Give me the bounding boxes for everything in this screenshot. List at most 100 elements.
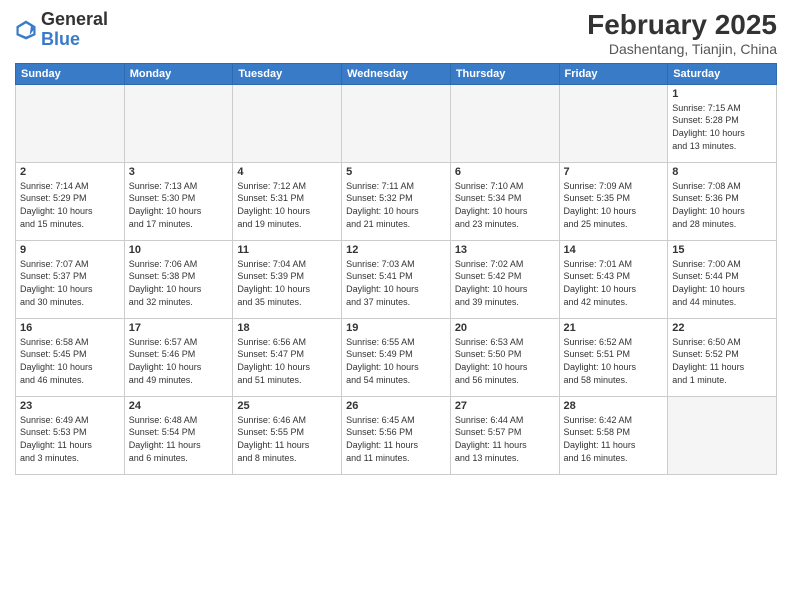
- day-number: 2: [20, 166, 120, 178]
- day-number: 6: [455, 166, 555, 178]
- day-number: 3: [129, 166, 229, 178]
- day-info: Sunrise: 7:11 AM Sunset: 5:32 PM Dayligh…: [346, 180, 446, 230]
- calendar-header-monday: Monday: [124, 63, 233, 84]
- day-number: 27: [455, 400, 555, 412]
- day-info: Sunrise: 7:00 AM Sunset: 5:44 PM Dayligh…: [672, 258, 772, 308]
- calendar-cell-w3d5: 21 Sunrise: 6:52 AM Sunset: 5:51 PM Dayli…: [559, 318, 668, 396]
- day-info: Sunrise: 7:09 AM Sunset: 5:35 PM Dayligh…: [564, 180, 664, 230]
- calendar-cell-w0d0: [16, 84, 125, 162]
- calendar-week-2: 9 Sunrise: 7:07 AM Sunset: 5:37 PM Daylig…: [16, 240, 777, 318]
- calendar-cell-w2d4: 13 Sunrise: 7:02 AM Sunset: 5:42 PM Dayli…: [450, 240, 559, 318]
- calendar-cell-w2d1: 10Sunrise: 7:06 AM Sunset: 5:38 PM Dayli…: [124, 240, 233, 318]
- logo-text: General Blue: [41, 10, 108, 50]
- day-info: Sunrise: 7:01 AM Sunset: 5:43 PM Dayligh…: [564, 258, 664, 308]
- day-info: Sunrise: 6:55 AM Sunset: 5:49 PM Dayligh…: [346, 336, 446, 386]
- day-info: Sunrise: 7:13 AM Sunset: 5:30 PM Dayligh…: [129, 180, 229, 230]
- logo-icon: [15, 19, 37, 41]
- calendar-cell-w1d5: 7 Sunrise: 7:09 AM Sunset: 5:35 PM Daylig…: [559, 162, 668, 240]
- calendar-week-4: 23 Sunrise: 6:49 AM Sunset: 5:53 PM Dayli…: [16, 396, 777, 474]
- calendar-header-row: SundayMondayTuesdayWednesdayThursdayFrid…: [16, 63, 777, 84]
- day-number: 21: [564, 322, 664, 334]
- calendar-header-saturday: Saturday: [668, 63, 777, 84]
- day-number: 13: [455, 244, 555, 256]
- calendar-cell-w3d6: 22 Sunrise: 6:50 AM Sunset: 5:52 PM Dayli…: [668, 318, 777, 396]
- day-number: 9: [20, 244, 120, 256]
- day-number: 17: [129, 322, 229, 334]
- day-number: 5: [346, 166, 446, 178]
- day-number: 14: [564, 244, 664, 256]
- calendar-header-sunday: Sunday: [16, 63, 125, 84]
- calendar-week-3: 16Sunrise: 6:58 AM Sunset: 5:45 PM Dayli…: [16, 318, 777, 396]
- calendar-cell-w0d3: [342, 84, 451, 162]
- day-number: 15: [672, 244, 772, 256]
- calendar-cell-w4d1: 24 Sunrise: 6:48 AM Sunset: 5:54 PM Dayli…: [124, 396, 233, 474]
- calendar-cell-w2d0: 9 Sunrise: 7:07 AM Sunset: 5:37 PM Daylig…: [16, 240, 125, 318]
- calendar-header-tuesday: Tuesday: [233, 63, 342, 84]
- day-info: Sunrise: 6:49 AM Sunset: 5:53 PM Dayligh…: [20, 414, 120, 464]
- day-number: 25: [237, 400, 337, 412]
- calendar-cell-w0d5: [559, 84, 668, 162]
- calendar-cell-w4d5: 28Sunrise: 6:42 AM Sunset: 5:58 PM Dayli…: [559, 396, 668, 474]
- logo: General Blue: [15, 10, 108, 50]
- day-number: 24: [129, 400, 229, 412]
- day-number: 20: [455, 322, 555, 334]
- calendar-cell-w2d5: 14 Sunrise: 7:01 AM Sunset: 5:43 PM Dayli…: [559, 240, 668, 318]
- day-number: 7: [564, 166, 664, 178]
- day-info: Sunrise: 7:15 AM Sunset: 5:28 PM Dayligh…: [672, 102, 772, 152]
- calendar-table: SundayMondayTuesdayWednesdayThursdayFrid…: [15, 63, 777, 475]
- day-info: Sunrise: 7:10 AM Sunset: 5:34 PM Dayligh…: [455, 180, 555, 230]
- calendar-cell-w1d3: 5 Sunrise: 7:11 AM Sunset: 5:32 PM Daylig…: [342, 162, 451, 240]
- calendar-cell-w4d0: 23 Sunrise: 6:49 AM Sunset: 5:53 PM Dayli…: [16, 396, 125, 474]
- day-info: Sunrise: 6:56 AM Sunset: 5:47 PM Dayligh…: [237, 336, 337, 386]
- day-number: 19: [346, 322, 446, 334]
- logo-blue-text: Blue: [41, 29, 80, 49]
- calendar-cell-w3d4: 20 Sunrise: 6:53 AM Sunset: 5:50 PM Dayli…: [450, 318, 559, 396]
- day-info: Sunrise: 7:14 AM Sunset: 5:29 PM Dayligh…: [20, 180, 120, 230]
- calendar-cell-w4d6: [668, 396, 777, 474]
- calendar-cell-w4d3: 26Sunrise: 6:45 AM Sunset: 5:56 PM Dayli…: [342, 396, 451, 474]
- calendar-cell-w0d4: [450, 84, 559, 162]
- calendar-week-1: 2 Sunrise: 7:14 AM Sunset: 5:29 PM Daylig…: [16, 162, 777, 240]
- day-info: Sunrise: 6:58 AM Sunset: 5:45 PM Dayligh…: [20, 336, 120, 386]
- header: General Blue February 2025 Dashentang, T…: [15, 10, 777, 57]
- day-number: 11: [237, 244, 337, 256]
- day-info: Sunrise: 7:03 AM Sunset: 5:41 PM Dayligh…: [346, 258, 446, 308]
- calendar-header-friday: Friday: [559, 63, 668, 84]
- day-number: 1: [672, 88, 772, 100]
- day-number: 4: [237, 166, 337, 178]
- day-number: 23: [20, 400, 120, 412]
- calendar-week-0: 1 Sunrise: 7:15 AM Sunset: 5:28 PM Daylig…: [16, 84, 777, 162]
- location: Dashentang, Tianjin, China: [587, 41, 777, 57]
- day-info: Sunrise: 6:46 AM Sunset: 5:55 PM Dayligh…: [237, 414, 337, 464]
- day-info: Sunrise: 6:48 AM Sunset: 5:54 PM Dayligh…: [129, 414, 229, 464]
- day-number: 28: [564, 400, 664, 412]
- calendar-cell-w0d6: 1 Sunrise: 7:15 AM Sunset: 5:28 PM Daylig…: [668, 84, 777, 162]
- calendar-cell-w1d0: 2 Sunrise: 7:14 AM Sunset: 5:29 PM Daylig…: [16, 162, 125, 240]
- day-info: Sunrise: 7:06 AM Sunset: 5:38 PM Dayligh…: [129, 258, 229, 308]
- calendar-header-thursday: Thursday: [450, 63, 559, 84]
- day-info: Sunrise: 7:04 AM Sunset: 5:39 PM Dayligh…: [237, 258, 337, 308]
- page: General Blue February 2025 Dashentang, T…: [0, 0, 792, 612]
- calendar-header-wednesday: Wednesday: [342, 63, 451, 84]
- day-info: Sunrise: 6:53 AM Sunset: 5:50 PM Dayligh…: [455, 336, 555, 386]
- calendar-cell-w1d1: 3 Sunrise: 7:13 AM Sunset: 5:30 PM Daylig…: [124, 162, 233, 240]
- calendar-cell-w1d6: 8Sunrise: 7:08 AM Sunset: 5:36 PM Daylig…: [668, 162, 777, 240]
- calendar-cell-w1d2: 4 Sunrise: 7:12 AM Sunset: 5:31 PM Daylig…: [233, 162, 342, 240]
- day-info: Sunrise: 7:07 AM Sunset: 5:37 PM Dayligh…: [20, 258, 120, 308]
- calendar-cell-w3d0: 16Sunrise: 6:58 AM Sunset: 5:45 PM Dayli…: [16, 318, 125, 396]
- day-info: Sunrise: 6:57 AM Sunset: 5:46 PM Dayligh…: [129, 336, 229, 386]
- day-info: Sunrise: 7:12 AM Sunset: 5:31 PM Dayligh…: [237, 180, 337, 230]
- day-info: Sunrise: 6:52 AM Sunset: 5:51 PM Dayligh…: [564, 336, 664, 386]
- calendar-cell-w0d2: [233, 84, 342, 162]
- month-year: February 2025: [587, 10, 777, 41]
- calendar-cell-w3d1: 17 Sunrise: 6:57 AM Sunset: 5:46 PM Dayli…: [124, 318, 233, 396]
- day-number: 26: [346, 400, 446, 412]
- day-info: Sunrise: 6:50 AM Sunset: 5:52 PM Dayligh…: [672, 336, 772, 386]
- calendar-cell-w2d6: 15 Sunrise: 7:00 AM Sunset: 5:44 PM Dayli…: [668, 240, 777, 318]
- day-number: 8: [672, 166, 772, 178]
- logo-general-text: General: [41, 9, 108, 29]
- day-number: 22: [672, 322, 772, 334]
- calendar-cell-w4d4: 27Sunrise: 6:44 AM Sunset: 5:57 PM Dayli…: [450, 396, 559, 474]
- calendar-cell-w3d2: 18Sunrise: 6:56 AM Sunset: 5:47 PM Dayli…: [233, 318, 342, 396]
- day-info: Sunrise: 7:02 AM Sunset: 5:42 PM Dayligh…: [455, 258, 555, 308]
